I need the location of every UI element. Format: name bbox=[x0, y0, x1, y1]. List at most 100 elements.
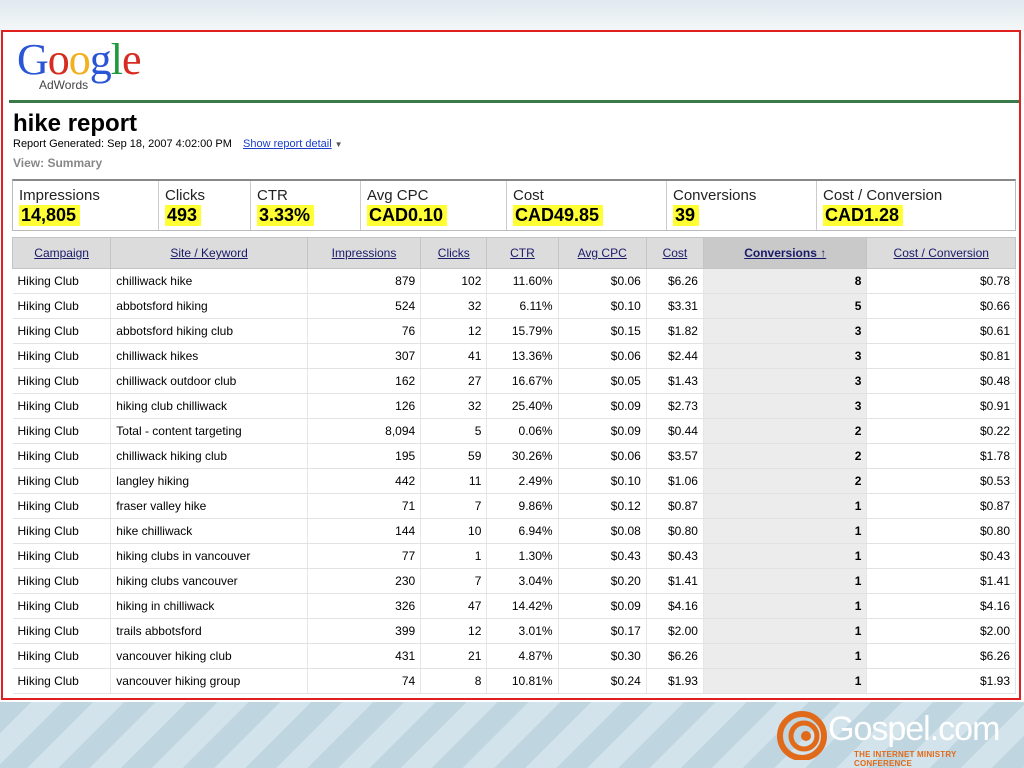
table-cell: 8,094 bbox=[307, 418, 422, 444]
logo-letter: g bbox=[89, 35, 112, 84]
table-cell: langley hiking bbox=[110, 468, 308, 494]
table-cell: 2.49% bbox=[486, 468, 559, 494]
table-cell: 27 bbox=[420, 368, 488, 394]
table-cell: hiking clubs in vancouver bbox=[110, 543, 308, 569]
report-generated-text: Report Generated: Sep 18, 2007 4:02:00 P… bbox=[13, 138, 232, 150]
stat-label: Conversions bbox=[673, 187, 757, 204]
table-cell: fraser valley hike bbox=[110, 493, 308, 519]
table-row: Hiking Club trails abbotsford 399 12 3.01% $0… bbox=[12, 618, 1016, 644]
table-cell: $1.78 bbox=[866, 443, 1016, 469]
table-cell: 3 bbox=[703, 318, 868, 344]
table-cell: hiking in chilliwack bbox=[110, 593, 308, 619]
table-cell: Hiking Club bbox=[12, 543, 112, 569]
show-report-detail-link[interactable]: Show report detail bbox=[243, 138, 332, 150]
table-row: Hiking Club chilliwack hiking club 195 59 30… bbox=[12, 443, 1016, 469]
table-row: Hiking Club hiking club chilliwack 126 32 25… bbox=[12, 393, 1016, 419]
summary-stats: Impressions 14,805 Clicks 493 CTR 3.33% Avg CP… bbox=[12, 179, 1016, 231]
stat-value: 39 bbox=[673, 205, 700, 226]
table-cell: 399 bbox=[307, 618, 422, 644]
table-cell: 1 bbox=[703, 518, 868, 544]
table-cell: 3.04% bbox=[486, 568, 559, 594]
table-cell: $0.80 bbox=[866, 518, 1016, 544]
table-cell: 195 bbox=[307, 443, 422, 469]
report-title: hike report bbox=[13, 110, 138, 137]
table-row: Hiking Club vancouver hiking group 74 8 10.8… bbox=[12, 668, 1016, 694]
table-cell: Hiking Club bbox=[12, 668, 112, 694]
table-cell: 12 bbox=[420, 318, 488, 344]
table-cell: 4.87% bbox=[486, 643, 559, 669]
table-cell: hike chilliwack bbox=[110, 518, 308, 544]
table-row: Hiking Club chilliwack hike 879 102 11.60% $0… bbox=[12, 268, 1016, 294]
table-cell: 2 bbox=[703, 418, 868, 444]
table-cell: $0.08 bbox=[558, 518, 647, 544]
column-header-campaign[interactable]: Campaign bbox=[11, 237, 112, 269]
google-adwords-logo: Google AdWords bbox=[17, 38, 157, 98]
table-cell: 16.67% bbox=[486, 368, 559, 394]
table-cell: $0.66 bbox=[866, 293, 1016, 319]
table-cell: Hiking Club bbox=[12, 318, 112, 344]
stat-label: CTR bbox=[257, 187, 288, 204]
table-cell: 0.06% bbox=[486, 418, 559, 444]
table-cell: $2.44 bbox=[646, 343, 704, 369]
table-row: Hiking Club abbotsford hiking club 76 12 15.… bbox=[12, 318, 1016, 344]
table-row: Hiking Club langley hiking 442 11 2.49% $0.10… bbox=[12, 468, 1016, 494]
logo-letter: l bbox=[110, 35, 123, 84]
table-cell: Total - content targeting bbox=[110, 418, 308, 444]
table-cell: 11 bbox=[420, 468, 488, 494]
table-row: Hiking Club chilliwack outdoor club 162 27 1… bbox=[12, 368, 1016, 394]
table-cell: 144 bbox=[307, 518, 422, 544]
table-cell: 524 bbox=[307, 293, 422, 319]
stat-avg-cpc: Avg CPC CAD0.10 bbox=[361, 181, 507, 230]
table-cell: 162 bbox=[307, 368, 422, 394]
table-cell: $1.82 bbox=[646, 318, 704, 344]
column-header-site-keyword[interactable]: Site / Keyword bbox=[110, 237, 308, 269]
table-cell: 1 bbox=[703, 568, 868, 594]
stat-value: 493 bbox=[165, 205, 202, 226]
table-cell: hiking club chilliwack bbox=[110, 393, 308, 419]
table-cell: $2.00 bbox=[646, 618, 704, 644]
column-header-clicks[interactable]: Clicks bbox=[420, 237, 488, 269]
table-cell: 47 bbox=[420, 593, 488, 619]
stat-value: CAD1.28 bbox=[823, 205, 904, 226]
table-cell: 41 bbox=[420, 343, 488, 369]
column-header-avg-cpc[interactable]: Avg CPC bbox=[557, 237, 647, 269]
table-cell: 59 bbox=[420, 443, 488, 469]
table-cell: 2 bbox=[703, 443, 868, 469]
table-cell: $4.16 bbox=[646, 593, 704, 619]
chevron-down-icon[interactable]: ▼ bbox=[335, 140, 343, 149]
table-cell: 21 bbox=[420, 643, 488, 669]
table-cell: 1 bbox=[703, 543, 868, 569]
table-cell: $0.15 bbox=[558, 318, 647, 344]
table-cell: $4.16 bbox=[866, 593, 1016, 619]
table-cell: $2.73 bbox=[646, 393, 704, 419]
table-cell: abbotsford hiking club bbox=[110, 318, 308, 344]
table-cell: $1.06 bbox=[646, 468, 704, 494]
table-cell: 3 bbox=[703, 368, 868, 394]
logo-letter: o bbox=[47, 35, 70, 84]
column-header-ctr[interactable]: CTR bbox=[486, 237, 559, 269]
gospel-tagline: THE INTERNET MINISTRY CONFERENCE bbox=[854, 750, 957, 768]
table-cell: $0.12 bbox=[558, 493, 647, 519]
table-cell: 5 bbox=[703, 293, 868, 319]
table-cell: $1.93 bbox=[646, 668, 704, 694]
table-cell: 431 bbox=[307, 643, 422, 669]
table-cell: Hiking Club bbox=[12, 393, 112, 419]
stat-impressions: Impressions 14,805 bbox=[13, 181, 159, 230]
table-cell: $6.26 bbox=[866, 643, 1016, 669]
table-cell: $0.91 bbox=[866, 393, 1016, 419]
table-cell: $0.43 bbox=[558, 543, 647, 569]
column-header-cost-conversion[interactable]: Cost / Conversion bbox=[866, 237, 1016, 269]
table-cell: Hiking Club bbox=[12, 343, 112, 369]
table-cell: chilliwack outdoor club bbox=[110, 368, 308, 394]
table-cell: chilliwack hiking club bbox=[110, 443, 308, 469]
table-cell: Hiking Club bbox=[12, 443, 112, 469]
table-cell: 8 bbox=[420, 668, 488, 694]
table-cell: 32 bbox=[420, 293, 488, 319]
table-cell: 442 bbox=[307, 468, 422, 494]
table-cell: Hiking Club bbox=[12, 593, 112, 619]
column-header-conversions[interactable]: Conversions ↑ bbox=[702, 237, 868, 269]
table-cell: trails abbotsford bbox=[110, 618, 308, 644]
column-header-impressions[interactable]: Impressions bbox=[306, 237, 422, 269]
table-cell: $0.53 bbox=[866, 468, 1016, 494]
column-header-cost[interactable]: Cost bbox=[645, 237, 704, 269]
